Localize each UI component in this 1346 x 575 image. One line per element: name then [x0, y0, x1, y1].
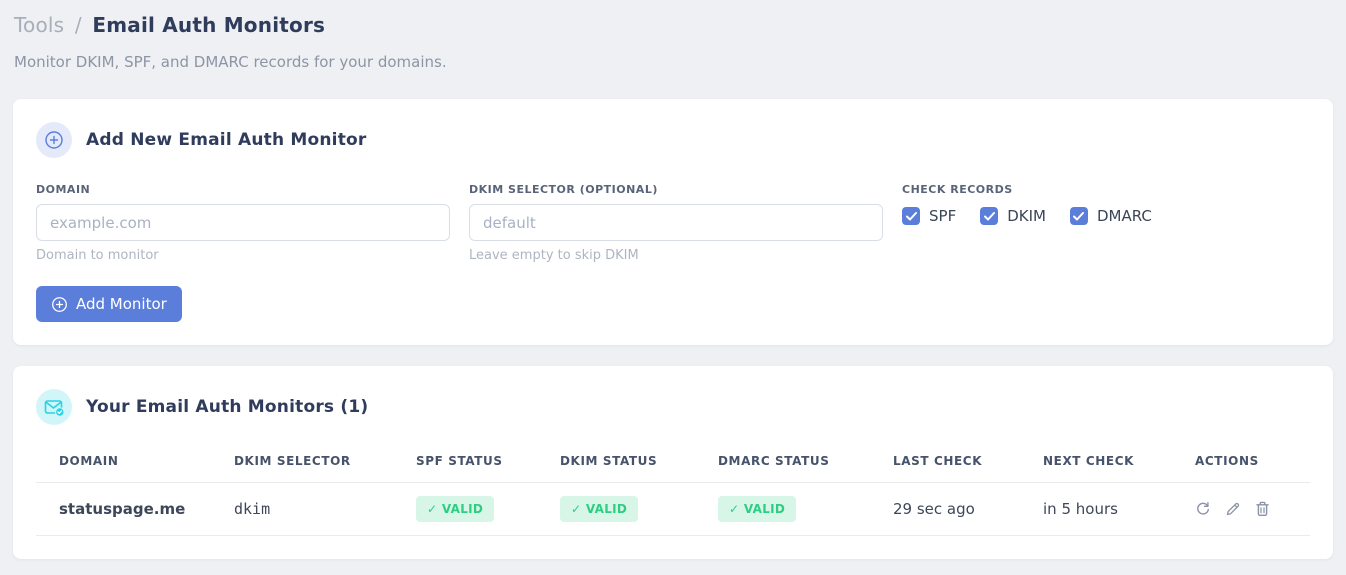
add-monitor-card: Add New Email Auth Monitor DOMAIN Domain…: [13, 99, 1333, 345]
dkim-status-badge: ✓ VALID: [560, 496, 639, 522]
dkim-selector-label: DKIM SELECTOR (OPTIONAL): [469, 183, 658, 196]
column-header-spf-status: SPF STATUS: [393, 442, 537, 483]
edit-icon[interactable]: [1225, 501, 1241, 517]
check-records-label: CHECK RECORDS: [902, 183, 1013, 196]
dkim-selector-input[interactable]: [469, 204, 883, 241]
column-header-last-check: LAST CHECK: [870, 442, 1020, 483]
column-header-dkim-status: DKIM STATUS: [537, 442, 695, 483]
monitor-last-check: 29 sec ago: [870, 482, 1020, 536]
table-header-row: DOMAIN DKIM SELECTOR SPF STATUS DKIM STA…: [36, 442, 1310, 483]
page-subtitle: Monitor DKIM, SPF, and DMARC records for…: [14, 53, 447, 71]
dmarc-checkbox-label: DMARC: [1096, 207, 1152, 225]
dkim-selector-field-group: DKIM SELECTOR (OPTIONAL) Leave empty to …: [469, 183, 883, 263]
spf-checkbox[interactable]: SPF: [902, 207, 956, 225]
row-actions: [1195, 501, 1300, 517]
monitor-dkim-selector: dkim: [211, 482, 393, 536]
dmarc-status-badge: ✓ VALID: [718, 496, 797, 522]
add-monitor-button[interactable]: Add Monitor: [36, 286, 182, 322]
plus-circle-icon: [51, 296, 68, 313]
monitor-domain: statuspage.me: [36, 482, 211, 536]
mail-check-icon: [36, 389, 72, 425]
domain-helper-text: Domain to monitor: [36, 248, 159, 263]
monitors-list-card-title: Your Email Auth Monitors (1): [86, 397, 369, 417]
dkim-checkbox[interactable]: DKIM: [980, 207, 1046, 225]
dmarc-checkbox[interactable]: DMARC: [1069, 207, 1152, 225]
check-records-options: SPF DKIM DMARC: [902, 207, 1310, 225]
check-records-group: CHECK RECORDS SPF DKIM DMARC: [902, 183, 1310, 263]
checkbox-checked-icon: [1069, 207, 1088, 225]
add-monitor-form: DOMAIN Domain to monitor DKIM SELECTOR (…: [36, 183, 1310, 263]
column-header-domain: DOMAIN: [36, 442, 211, 483]
add-monitor-card-title: Add New Email Auth Monitor: [86, 130, 367, 150]
checkbox-checked-icon: [902, 207, 920, 225]
column-header-dkim-selector: DKIM SELECTOR: [211, 442, 393, 483]
breadcrumb: Tools / Email Auth Monitors: [14, 12, 1332, 38]
checkbox-checked-icon: [980, 207, 999, 225]
dkim-checkbox-label: DKIM: [1007, 207, 1046, 225]
spf-status-badge: ✓ VALID: [416, 496, 495, 522]
column-header-dmarc-status: DMARC STATUS: [695, 442, 870, 483]
plus-circle-icon: [36, 122, 72, 158]
refresh-icon[interactable]: [1195, 501, 1211, 517]
email-auth-monitors-page: Tools / Email Auth Monitors Monitor DKIM…: [0, 0, 1346, 559]
monitors-list-card-header: Your Email Auth Monitors (1): [36, 389, 1310, 425]
delete-icon[interactable]: [1255, 501, 1270, 517]
table-row: statuspage.me dkim ✓ VALID ✓ VALID ✓ VAL…: [36, 482, 1310, 536]
domain-input[interactable]: [36, 204, 450, 241]
page-title: Email Auth Monitors: [92, 13, 326, 37]
monitors-list-card: Your Email Auth Monitors (1) DOMAIN DKIM…: [13, 366, 1333, 559]
spf-checkbox-label: SPF: [929, 207, 957, 225]
domain-label: DOMAIN: [36, 183, 91, 196]
column-header-actions: ACTIONS: [1172, 442, 1310, 483]
add-monitor-card-header: Add New Email Auth Monitor: [36, 122, 1310, 158]
page-header: Tools / Email Auth Monitors Monitor DKIM…: [13, 0, 1333, 71]
monitor-next-check: in 5 hours: [1020, 482, 1172, 536]
monitors-table: DOMAIN DKIM SELECTOR SPF STATUS DKIM STA…: [36, 442, 1310, 536]
dkim-selector-helper-text: Leave empty to skip DKIM: [469, 248, 639, 263]
breadcrumb-tools-link[interactable]: Tools: [14, 13, 64, 37]
breadcrumb-separator: /: [74, 13, 82, 37]
column-header-next-check: NEXT CHECK: [1020, 442, 1172, 483]
domain-field-group: DOMAIN Domain to monitor: [36, 183, 450, 263]
add-monitor-button-label: Add Monitor: [76, 295, 167, 313]
